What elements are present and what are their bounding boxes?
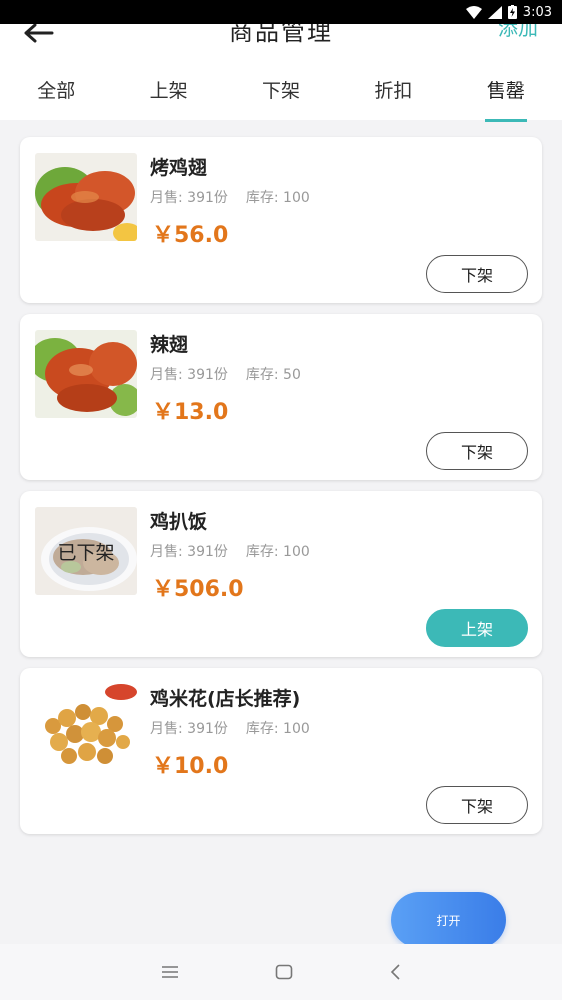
tab-sold-out[interactable]: 售罄 (450, 66, 562, 122)
take-off-shelf-button[interactable]: 下架 (426, 432, 528, 470)
product-card[interactable]: 鸡米花(店长推荐) 月售: 391份 库存: 100 ￥10.0 下架 (20, 668, 542, 834)
menu-icon[interactable] (161, 965, 179, 979)
product-card[interactable]: 烤鸡翅 月售: 391份 库存: 100 ￥56.0 下架 (20, 137, 542, 303)
tab-bar: 全部 上架 下架 折扣 售罄 (0, 66, 562, 122)
monthly-sales: 月售: 391份 (150, 367, 228, 383)
product-image: 已下架 (35, 507, 137, 595)
product-card[interactable]: 辣翅 月售: 391份 库存: 50 ￥13.0 下架 (20, 314, 542, 480)
wifi-icon (465, 5, 482, 19)
tab-all[interactable]: 全部 (0, 66, 112, 120)
stock-count: 库存: 100 (245, 190, 310, 206)
product-price: ￥56.0 (152, 223, 229, 248)
product-meta: 月售: 391份 库存: 100 (150, 187, 310, 207)
product-price: ￥10.0 (152, 754, 229, 779)
product-card[interactable]: 已下架 鸡扒饭 月售: 391份 库存: 100 ￥506.0 上架 (20, 491, 542, 657)
stock-count: 库存: 50 (245, 367, 301, 383)
tab-on-shelf[interactable]: 上架 (112, 66, 224, 120)
status-bar: 3:03 (0, 0, 562, 24)
home-icon[interactable] (275, 964, 293, 980)
clock-time: 3:03 (522, 4, 552, 20)
product-image (35, 684, 137, 772)
monthly-sales: 月售: 391份 (150, 544, 228, 560)
open-fab-button[interactable]: 打开 (391, 892, 506, 948)
product-image (35, 330, 137, 418)
product-image (35, 153, 137, 241)
take-off-shelf-button[interactable]: 下架 (426, 255, 528, 293)
battery-icon (507, 5, 517, 19)
back-icon[interactable] (389, 964, 401, 980)
product-name: 鸡米花(店长推荐) (150, 688, 301, 710)
monthly-sales: 月售: 391份 (150, 721, 228, 737)
product-name: 鸡扒饭 (150, 511, 208, 533)
product-name: 辣翅 (150, 334, 189, 356)
header: 商品管理 添加 全部 上架 下架 折扣 售罄 (0, 16, 562, 122)
product-list: 烤鸡翅 月售: 391份 库存: 100 ￥56.0 下架 辣翅 月售: 391份… (20, 137, 542, 845)
product-meta: 月售: 391份 库存: 100 (150, 718, 310, 738)
off-shelf-label: 已下架 (35, 507, 137, 595)
take-off-shelf-button[interactable]: 下架 (426, 786, 528, 824)
product-price: ￥13.0 (152, 400, 229, 425)
stock-count: 库存: 100 (245, 544, 310, 560)
product-meta: 月售: 391份 库存: 50 (150, 364, 301, 384)
signal-icon (487, 5, 502, 19)
stock-count: 库存: 100 (245, 721, 310, 737)
tab-off-shelf[interactable]: 下架 (225, 66, 337, 120)
product-name: 烤鸡翅 (150, 157, 208, 179)
product-price: ￥506.0 (152, 577, 244, 602)
product-meta: 月售: 391份 库存: 100 (150, 541, 310, 561)
monthly-sales: 月售: 391份 (150, 190, 228, 206)
put-on-shelf-button[interactable]: 上架 (426, 609, 528, 647)
tab-discount[interactable]: 折扣 (337, 66, 449, 120)
system-nav-bar (0, 944, 562, 1000)
